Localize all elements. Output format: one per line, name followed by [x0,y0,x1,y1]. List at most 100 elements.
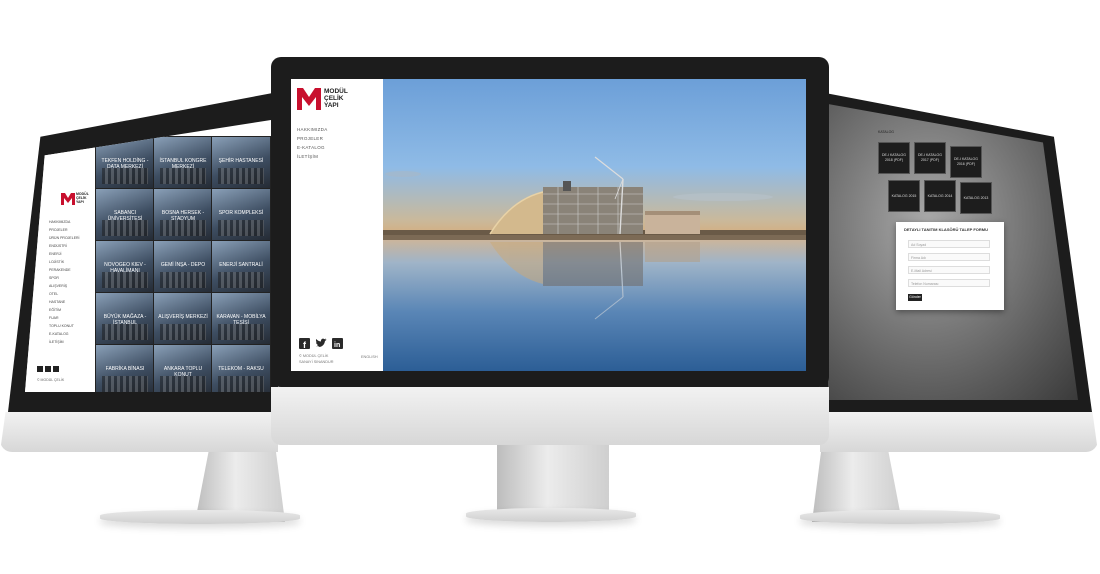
nav-about[interactable]: HAKKIMIZDA [297,127,328,132]
left-nav-item[interactable]: EĞİTİM [49,308,61,312]
project-tile[interactable]: GEMİ İNŞA - DEPO [153,240,213,294]
hero-photo [383,79,806,371]
center-logo[interactable] [297,88,321,115]
left-social [37,366,59,372]
brochure-request-form: DETAYLI TANITIM KLASÖRÜ TALEP FORMU Ad S… [896,222,1004,310]
footer-copyright: © MODÜL ÇELİK [299,354,329,358]
form-input[interactable]: Telefon Numarası [908,279,990,287]
project-tile-label: ŞEHİR HASTANESİ [218,157,264,164]
project-tile-label: SABANCI ÜNİVERSİTESİ [107,209,143,222]
left-nav-item[interactable]: PROJELER [49,228,67,232]
center-monitor-chin [271,387,829,445]
catalog-button[interactable]: KATALOG 2013 [960,182,992,214]
project-tile-label: SPOR KOMPLEKSİ [218,209,264,216]
project-tile[interactable]: BOSNA HERSEK - STADYUM [153,188,213,242]
project-tile[interactable]: ANKARA TOPLU KONUT [153,344,213,392]
svg-text:in: in [334,342,340,349]
twitter-icon[interactable] [45,366,51,372]
project-tile[interactable]: TELEKOM - RAKSU [211,344,271,392]
project-tile-label: TELEKOM - RAKSU [218,365,264,372]
catalog-button[interactable]: DE-I KATALOG 2016 (PDF) [950,146,982,178]
project-tile[interactable]: ENERJİ SANTRALİ [211,240,271,294]
left-nav-item[interactable]: TOPLU KONUT [49,324,74,328]
catalog-button[interactable]: KATALOG 2015 [888,180,920,212]
footer-subtitle: SANAYİ SINANDUR [299,359,334,364]
nav-contact[interactable]: İLETİŞİM [297,154,318,159]
nav-projects[interactable]: PROJELER [297,136,323,141]
right-monitor: KATALOG DE-I KATALOG 2018 (PDF) DE-I KATA… [800,92,1100,524]
left-footer: © MODÜL ÇELİK [37,378,65,382]
left-nav-item[interactable]: PERAKENDE [49,268,71,272]
left-nav-item[interactable]: HAKKIMIZDA [49,220,70,224]
form-title: DETAYLI TANITIM KLASÖRÜ TALEP FORMU [904,227,988,232]
twitter-icon[interactable] [315,338,327,349]
linkedin-icon[interactable]: in [332,338,343,349]
project-tile-label: KARAVAN - MOBİLYA TESİSİ [216,313,266,326]
left-monitor-base [100,510,300,524]
logo-line: YAPI [324,102,339,110]
catalog-button[interactable]: DE-I KATALOG 2017 (PDF) [914,142,946,174]
right-monitor-screen: KATALOG DE-I KATALOG 2018 (PDF) DE-I KATA… [828,104,1078,400]
left-logo[interactable] [61,192,75,210]
left-nav-item[interactable]: SPOR [49,276,59,280]
right-section-label: KATALOG [878,130,895,134]
left-logo-text: MODÜL ÇELİK YAPI [76,192,89,204]
brand-logo-icon [297,88,321,110]
form-input[interactable]: Firma Adı [908,253,990,261]
project-tile-label: BOSNA HERSEK - STADYUM [161,209,205,222]
project-tile-label: BÜYÜK MAĞAZA - İSTANBUL [103,313,147,326]
steel-structure-illustration [383,156,806,320]
right-monitor-chin [820,412,1098,452]
project-tile-label: GEMİ İNŞA - DEPO [160,261,206,268]
left-nav-item[interactable]: OTEL [49,292,58,296]
form-input[interactable]: Ad Soyad [908,240,990,248]
project-tile[interactable]: KARAVAN - MOBİLYA TESİSİ [211,292,271,346]
center-logo-text: MODÜL ÇELİK YAPI [324,88,348,109]
left-nav-item[interactable]: ENDÜSTRİ [49,244,67,248]
nav-ecatalog[interactable]: E-KATALOG [297,145,325,150]
language-switch[interactable]: ENGLISH [361,355,378,359]
submit-button[interactable]: Gönder [908,294,922,301]
right-monitor-base [800,510,1000,524]
catalog-button[interactable]: DE-I KATALOG 2018 (PDF) [878,142,910,174]
project-tile[interactable]: ALIŞVERİŞ MERKEZİ [153,292,213,346]
project-tile[interactable]: FABRİKA BİNASI [95,344,155,392]
facebook-icon[interactable]: f [299,338,310,349]
project-tile-label: TEKFEN HOLDİNG - DATA MERKEZİ [101,157,149,170]
left-nav-item[interactable]: ÜRÜN PROJELERİ [49,236,80,240]
center-footer: © MODÜL ÇELİK SANAYİ SINANDUR [299,354,334,365]
project-tile[interactable]: NOVOGEO KIEV - HAVALİMANI [95,240,155,294]
facebook-icon[interactable] [37,366,43,372]
project-tile-label: FABRİKA BİNASI [105,365,145,372]
project-tile-label: NOVOGEO KIEV - HAVALİMANI [104,261,146,274]
center-monitor-base [466,508,636,522]
left-nav-item[interactable]: ALIŞVERİŞ [49,284,67,288]
center-monitor-screen: MODÜL ÇELİK YAPI HAKKIMIZDA PROJELER E-K… [291,79,806,371]
brand-logo-icon [61,193,75,205]
left-nav-item[interactable]: HASTANE [49,300,65,304]
project-tile[interactable]: ŞEHİR HASTANESİ [211,136,271,190]
project-tile[interactable]: SPOR KOMPLEKSİ [211,188,271,242]
project-tile-label: ENERJİ SANTRALİ [219,261,263,268]
left-nav-item[interactable]: E-KATALOG [49,332,69,336]
project-tile[interactable]: SABANCI ÜNİVERSİTESİ [95,188,155,242]
left-nav-item[interactable]: FUAR [49,316,59,320]
center-social: f in [299,338,343,349]
project-tile[interactable]: BÜYÜK MAĞAZA - İSTANBUL [95,292,155,346]
logo-line: ÇELİK [324,95,344,103]
project-tile[interactable]: İSTANBUL KONGRE MERKEZİ [153,136,213,190]
left-nav-item[interactable]: İLETİŞİM [49,340,64,344]
left-monitor: MODÜL ÇELİK YAPI HAKKIMIZDA PROJELER ÜRÜN … [0,92,300,524]
project-tile-label: İSTANBUL KONGRE MERKEZİ [159,157,207,170]
left-monitor-chin [0,412,278,452]
project-tile-label: ANKARA TOPLU KONUT [163,365,203,378]
catalog-button[interactable]: KATALOG 2014 [924,180,956,212]
left-nav-item[interactable]: LOJİSTİK [49,260,64,264]
linkedin-icon[interactable] [53,366,59,372]
center-monitor-stand [497,445,609,513]
form-input[interactable]: E-Mail Adresi [908,266,990,274]
left-nav-item[interactable]: ENERJİ [49,252,61,256]
logo-line: YAPI [76,200,84,205]
left-monitor-screen: MODÜL ÇELİK YAPI HAKKIMIZDA PROJELER ÜRÜN … [25,120,271,392]
project-tile-label: ALIŞVERİŞ MERKEZİ [158,313,208,320]
